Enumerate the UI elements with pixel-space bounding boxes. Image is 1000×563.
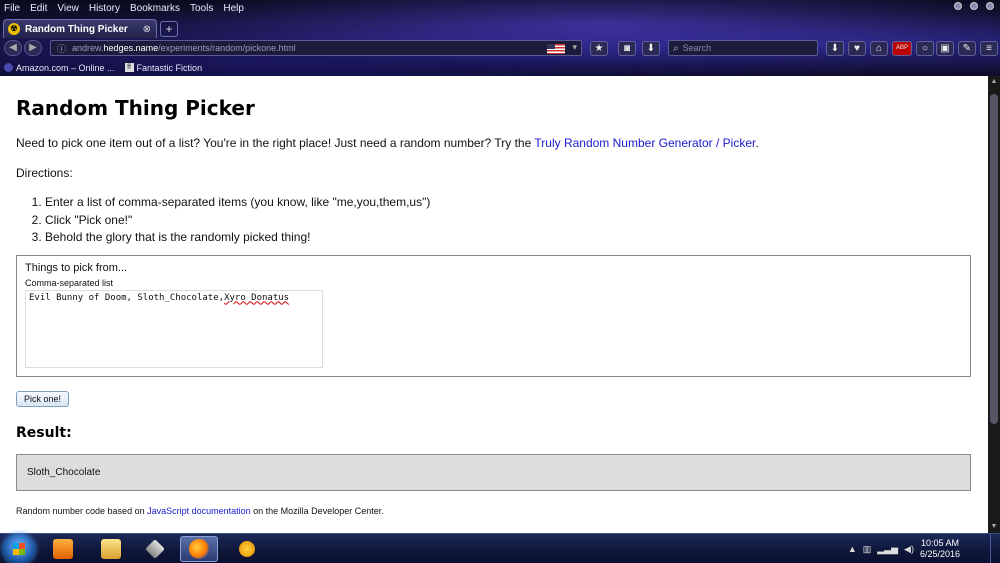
page-scrollbar[interactable]: ▲ ▼ (988, 76, 1000, 533)
site-favicon-icon: ☢ (8, 23, 20, 35)
app2-taskbar-button[interactable] (228, 536, 266, 562)
folder-icon (101, 539, 121, 559)
items-textarea[interactable]: Evil Bunny of Doom, Sloth_Chocolate,Xyro… (25, 289, 323, 368)
volume-icon[interactable]: ◀) (904, 544, 914, 555)
site-info-icon[interactable]: ⓘ (57, 42, 66, 55)
fieldset-legend: Things to pick from... (25, 261, 128, 274)
tab-strip: ☢ Random Thing Picker ⊗ + (0, 18, 1000, 38)
system-clock[interactable]: 10:05 AM 6/25/2016 (920, 538, 960, 560)
list-item: Behold the glory that is the randomly pi… (45, 229, 972, 247)
list-item: Click "Pick one!" (45, 212, 972, 230)
screenshot-icon[interactable]: ▣ (936, 41, 954, 56)
menu-bookmarks[interactable]: Bookmarks (130, 3, 180, 14)
signal-icon[interactable]: ▂▃▅ (877, 544, 898, 555)
adblock-plus-icon[interactable]: ABP (892, 41, 912, 56)
media-player-taskbar-button[interactable] (44, 536, 82, 562)
search-placeholder: Search (682, 43, 712, 53)
window-controls (954, 2, 994, 10)
menu-edit[interactable]: Edit (30, 3, 47, 14)
start-button[interactable] (3, 534, 35, 563)
bookmark-fantastic-fiction[interactable]: ff Fantastic Fiction (124, 63, 202, 73)
directions-label: Directions: (16, 166, 73, 180)
maximize-button[interactable] (970, 2, 978, 10)
close-window-button[interactable] (986, 2, 994, 10)
url-bar[interactable]: ⓘ andrew.hedges.name/experiments/random/… (50, 40, 582, 56)
new-tab-button[interactable]: + (160, 21, 178, 37)
app-taskbar-button[interactable] (136, 536, 174, 562)
navigation-toolbar: ◀ ▶ ⓘ andrew.hedges.name/experiments/ran… (0, 38, 1000, 58)
javascript-docs-link[interactable]: JavaScript documentation (147, 506, 251, 516)
minimize-button[interactable] (954, 2, 962, 10)
menu-history[interactable]: History (89, 3, 120, 14)
tab-title: Random Thing Picker (25, 23, 128, 35)
menu-view[interactable]: View (57, 3, 79, 14)
chat-icon[interactable]: ○ (916, 41, 934, 56)
menu-file[interactable]: File (4, 3, 20, 14)
back-button[interactable]: ◀ (4, 40, 22, 56)
app2-icon (239, 541, 255, 557)
firefox-taskbar-button[interactable] (180, 536, 218, 562)
edit-icon[interactable]: ✎ (958, 41, 976, 56)
result-heading: Result: (16, 424, 72, 441)
browser-chrome: File Edit View History Bookmarks Tools H… (0, 0, 1000, 76)
intro-paragraph: Need to pick one item out of a list? You… (16, 136, 759, 150)
things-fieldset: Things to pick from... Comma-separated l… (16, 254, 971, 377)
url-text: andrew.hedges.name/experiments/random/pi… (72, 43, 296, 53)
menu-hamburger-icon[interactable]: ≡ (980, 41, 998, 56)
reader-icon[interactable]: ♥ (848, 41, 866, 56)
random-number-generator-link[interactable]: Truly Random Number Generator / Picker (534, 136, 755, 150)
menu-help[interactable]: Help (223, 3, 244, 14)
bookmarks-toolbar: Amazon.com – Online ... ff Fantastic Fic… (0, 60, 1000, 75)
scroll-thumb[interactable] (990, 94, 998, 424)
tray-expand-icon[interactable]: ▲ (848, 544, 857, 554)
search-icon: ⌕ (673, 42, 679, 54)
firefox-icon (189, 539, 209, 559)
menu-bar: File Edit View History Bookmarks Tools H… (0, 0, 1000, 17)
pick-one-button[interactable]: Pick one! (16, 390, 70, 407)
system-tray: ▲ ▥ ▂▃▅ ◀) 10:05 AM 6/25/2016 (848, 534, 960, 563)
home-icon[interactable]: ⌂ (870, 41, 888, 56)
windows-taskbar: ▲ ▥ ▂▃▅ ◀) 10:05 AM 6/25/2016 (0, 533, 1000, 563)
scroll-down-icon[interactable]: ▼ (990, 523, 998, 531)
url-dropdown-icon[interactable]: ▾ (572, 42, 577, 53)
media-player-icon (53, 539, 73, 559)
us-flag-icon[interactable] (547, 44, 565, 54)
bookmark-star-icon[interactable]: ★ (590, 41, 608, 56)
amazon-favicon-icon (4, 63, 13, 72)
ff-favicon-icon: ff (124, 63, 134, 72)
explorer-taskbar-button[interactable] (92, 536, 130, 562)
footer-note: Random number code based on JavaScript d… (16, 505, 384, 516)
bookmark-amazon[interactable]: Amazon.com – Online ... (4, 63, 115, 73)
app-icon (145, 539, 165, 559)
search-bar[interactable]: ⌕ Search (668, 40, 818, 56)
menu-tools[interactable]: Tools (190, 3, 213, 14)
tab-random-thing-picker[interactable]: ☢ Random Thing Picker ⊗ (3, 19, 157, 38)
directions-list: Enter a list of comma-separated items (y… (16, 194, 972, 247)
list-item: Enter a list of comma-separated items (y… (45, 194, 972, 212)
downloads-icon[interactable]: ⬇ (826, 41, 844, 56)
page-content: Random Thing Picker Need to pick one ite… (0, 76, 988, 533)
page-title: Random Thing Picker (16, 96, 255, 120)
list-field-label: Comma-separated list (25, 277, 114, 288)
show-desktop-button[interactable] (990, 534, 1000, 563)
scroll-up-icon[interactable]: ▲ (990, 78, 998, 86)
result-box: Sloth_Chocolate (16, 453, 971, 491)
pocket-icon[interactable]: ◙ (618, 41, 636, 56)
tab-close-icon[interactable]: ⊗ (143, 24, 151, 35)
download-arrow-icon[interactable]: ⬇ (642, 41, 660, 56)
network-icon[interactable]: ▥ (863, 544, 872, 555)
forward-button[interactable]: ▶ (24, 40, 42, 56)
